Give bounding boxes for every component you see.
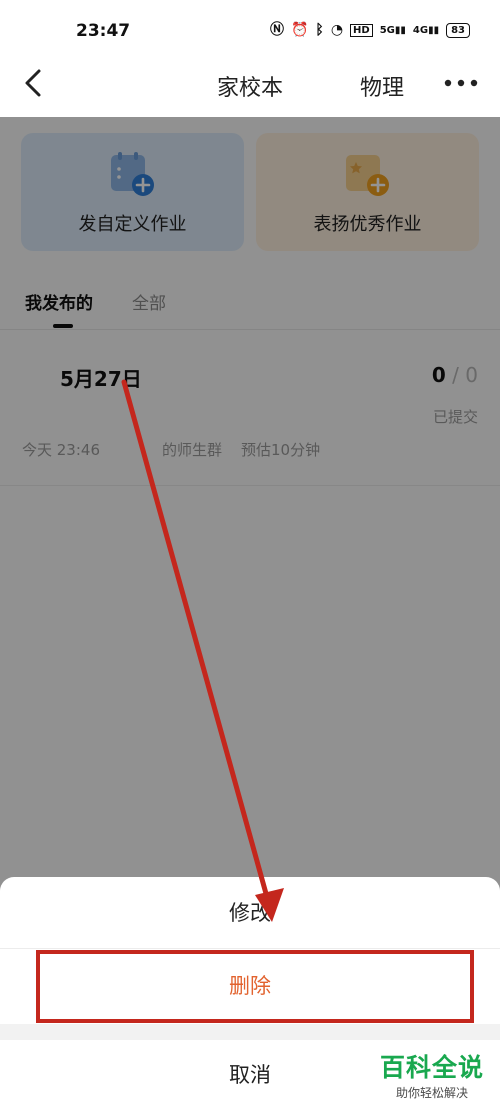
delete-highlight-box <box>36 950 474 1023</box>
wifi-icon: ◔ <box>330 22 344 38</box>
signal-5g-icon: 5G▮▮ <box>379 24 406 36</box>
nfc-icon: Ⓝ <box>269 22 284 38</box>
sheet-divider <box>0 1024 500 1040</box>
more-button[interactable] <box>443 72 479 94</box>
watermark-logo: 百科全说 助你轻松解决 <box>376 1048 488 1101</box>
signal-4g-label: 4G <box>412 24 429 36</box>
title-bar: 家校本 物理 <box>0 60 500 117</box>
hd-icon: HD <box>350 23 373 37</box>
battery-icon: 83 <box>446 22 470 38</box>
subject-selector[interactable]: 物理 <box>360 70 404 102</box>
watermark-title: 百科全说 <box>379 1053 484 1082</box>
status-time: 23:47 <box>76 21 131 41</box>
page-title: 家校本 <box>216 76 283 101</box>
signal-5g-label: 5G <box>379 24 395 36</box>
watermark-subtitle: 助你轻松解决 <box>395 1086 468 1100</box>
signal-4g-icon: 4G▮▮ <box>412 24 440 36</box>
status-icons: Ⓝ ⏰ ᛒ ◔ HD 5G▮▮ 4G▮▮ 83 <box>270 22 470 38</box>
alarm-icon: ⏰ <box>290 22 309 38</box>
edit-button[interactable]: 修改 <box>0 877 500 949</box>
more-icon <box>444 79 478 87</box>
status-bar: 23:47 Ⓝ ⏰ ᛒ ◔ HD 5G▮▮ 4G▮▮ 83 <box>0 0 500 60</box>
bluetooth-icon: ᛒ <box>315 22 324 38</box>
